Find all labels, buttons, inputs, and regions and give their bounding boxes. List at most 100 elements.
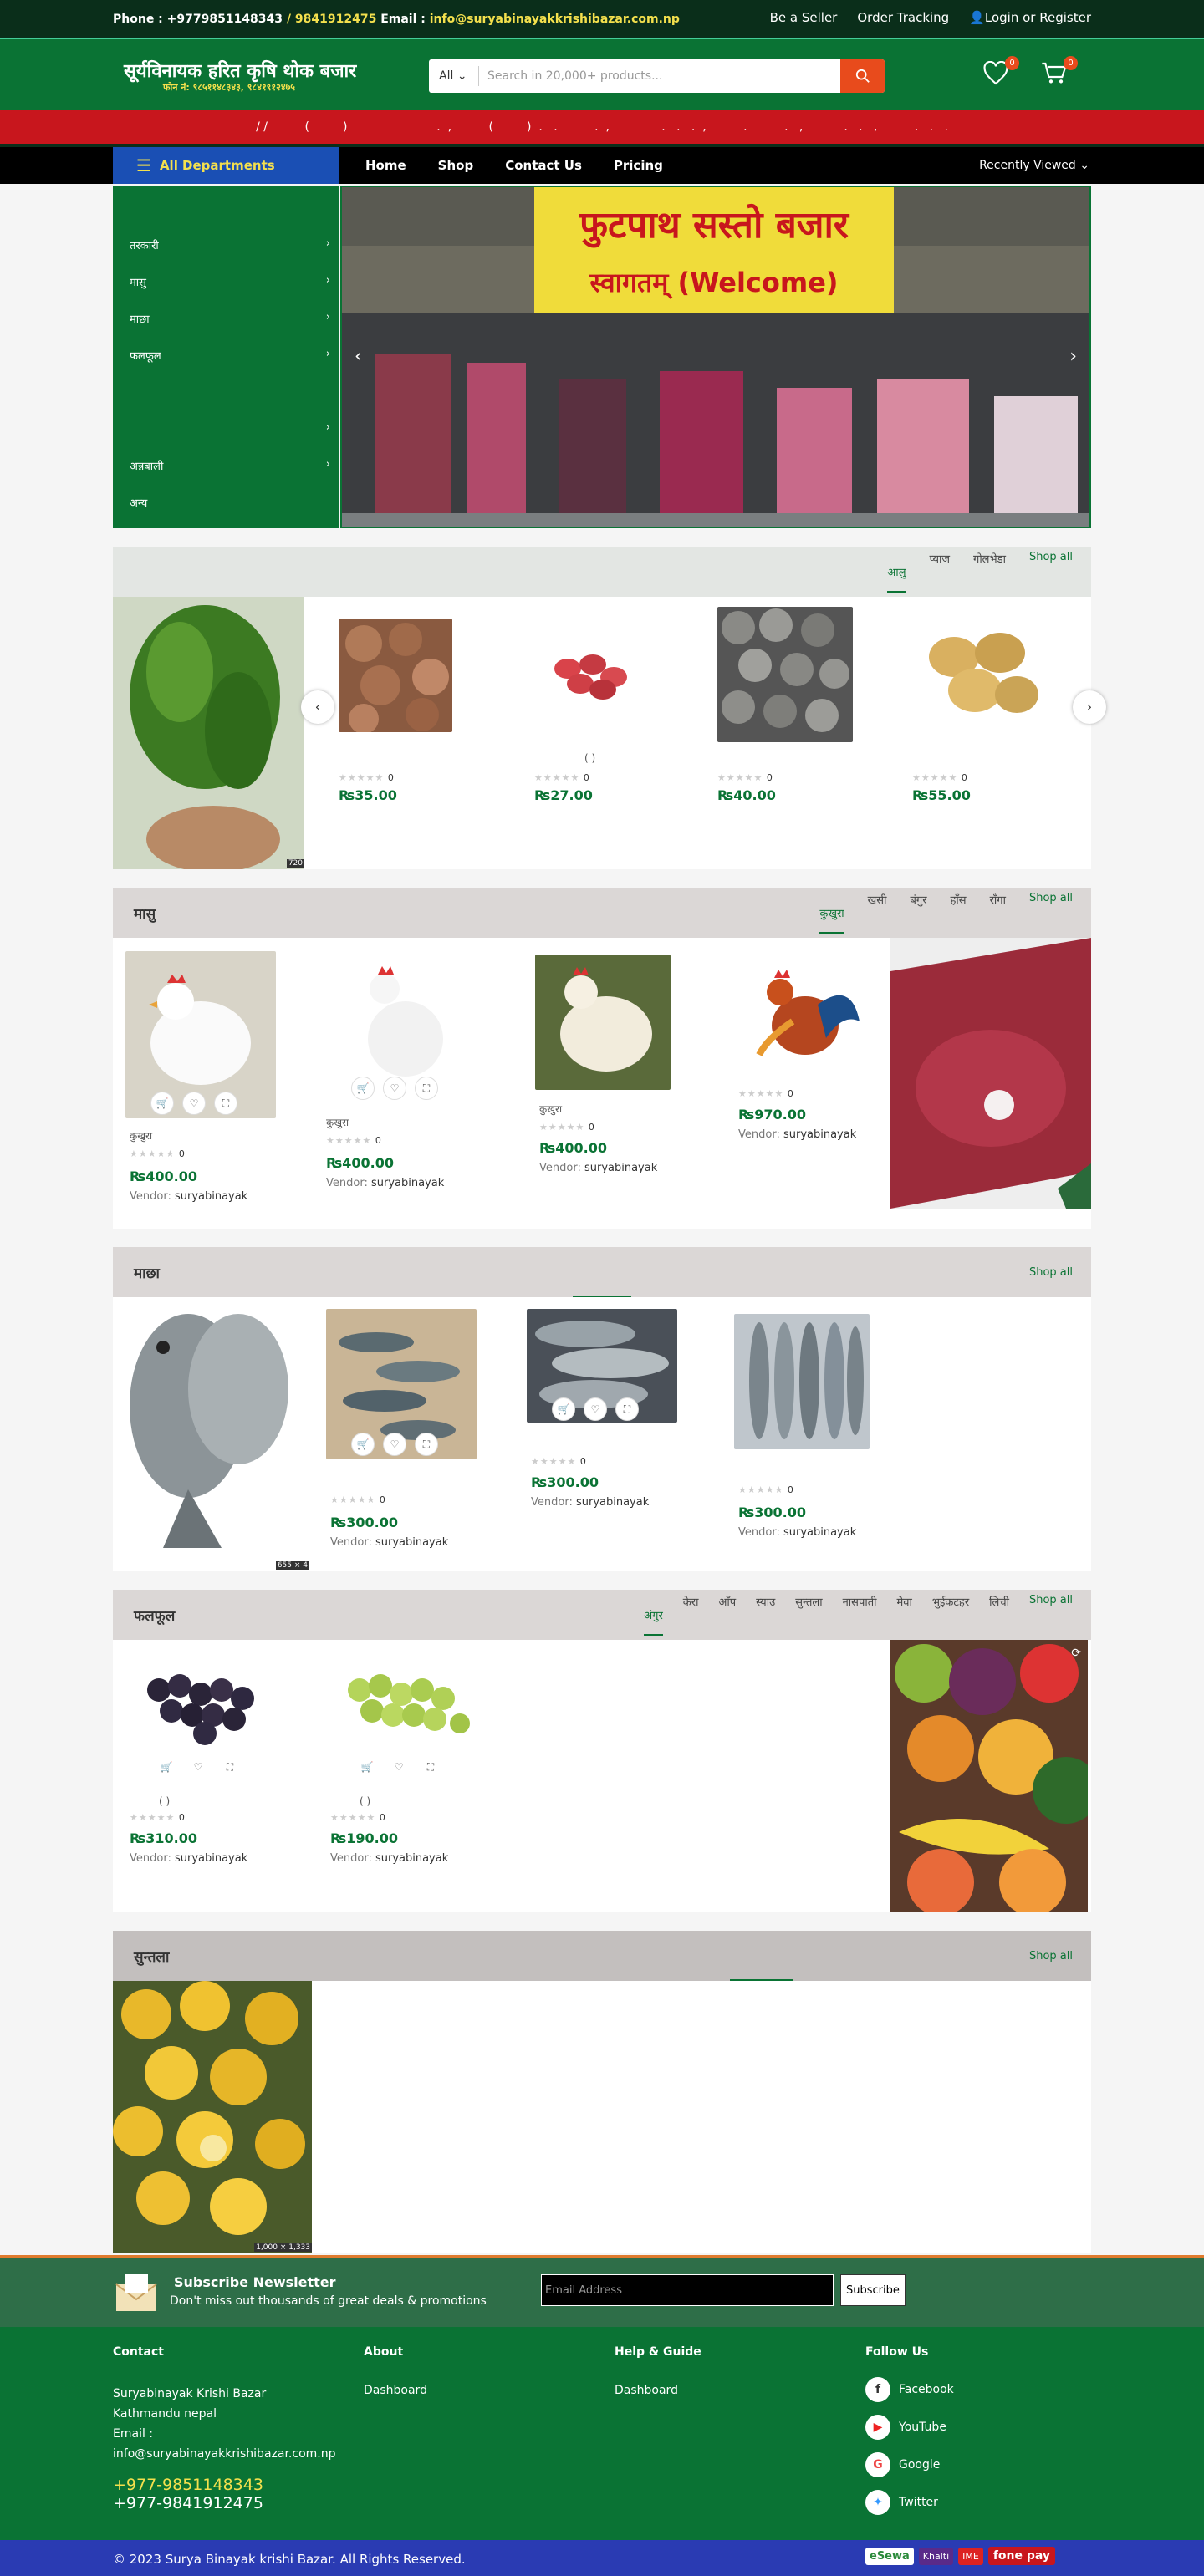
- vendor-name[interactable]: suryabinayak: [783, 1526, 856, 1539]
- section-banner-image[interactable]: 720: [113, 597, 304, 869]
- nav-contact-us[interactable]: Contact Us: [505, 158, 582, 173]
- carousel-prev-button[interactable]: ‹: [301, 690, 334, 724]
- section-banner-image[interactable]: 655 × 4: [113, 1297, 309, 1571]
- social-youtube[interactable]: ▶ YouTube: [865, 2415, 954, 2440]
- heart-icon[interactable]: ♡: [182, 1092, 206, 1115]
- heart-icon[interactable]: ♡: [387, 1755, 411, 1779]
- tab-tomato[interactable]: गोलभेडा: [973, 551, 1006, 593]
- all-departments-button[interactable]: ☰ All Departments: [113, 147, 339, 184]
- recently-viewed-dropdown[interactable]: Recently Viewed ⌄: [979, 159, 1089, 172]
- shop-all-link[interactable]: Shop all: [1029, 551, 1073, 593]
- order-tracking-link[interactable]: Order Tracking: [857, 10, 949, 25]
- shop-all-link[interactable]: Shop all: [1029, 892, 1073, 934]
- email-link[interactable]: info@suryabinayakkrishibazar.com.np: [430, 13, 680, 26]
- product-image[interactable]: [734, 955, 870, 1073]
- vendor-name[interactable]: suryabinayak: [375, 1536, 448, 1549]
- shop-all-link[interactable]: Shop all: [1029, 1950, 1073, 1963]
- product-image[interactable]: [912, 607, 1048, 742]
- expand-icon[interactable]: ⛶: [415, 1433, 438, 1456]
- tab-potato[interactable]: आलु: [887, 564, 906, 593]
- footer-help-dashboard-link[interactable]: Dashboard: [615, 2384, 701, 2397]
- section-banner-image[interactable]: ⟳: [890, 1640, 1088, 1912]
- site-logo[interactable]: सूर्यविनायक हरित कृषि थोक बजार: [124, 58, 356, 83]
- vendor-name[interactable]: suryabinayak: [375, 1852, 448, 1865]
- search-button[interactable]: [840, 59, 885, 93]
- side-menu-item-meat[interactable]: मासु ›: [130, 274, 330, 289]
- tab-goat[interactable]: खसी: [868, 892, 887, 934]
- heart-icon[interactable]: ♡: [186, 1755, 210, 1779]
- cart-icon[interactable]: 🛒: [355, 1755, 379, 1779]
- tab-lychee[interactable]: लिची: [989, 1594, 1009, 1636]
- slider-next-arrow[interactable]: ›: [1069, 346, 1077, 367]
- footer-phone-secondary[interactable]: +977-9841912475: [113, 2494, 335, 2512]
- side-menu-item-fruits[interactable]: फलफूल ›: [130, 348, 330, 363]
- product-image[interactable]: [339, 619, 452, 732]
- vendor-name[interactable]: suryabinayak: [783, 1128, 856, 1141]
- tab-pear[interactable]: नासपाती: [843, 1594, 877, 1636]
- tab-pork[interactable]: बंगुर: [910, 892, 926, 934]
- tab-onion[interactable]: प्याज: [930, 551, 950, 593]
- product-name[interactable]: ( ): [584, 752, 595, 764]
- shop-all-link[interactable]: Shop all: [1029, 1266, 1073, 1279]
- product-name[interactable]: ( ): [159, 1795, 170, 1807]
- side-menu-item-grains[interactable]: अन्नबाली ›: [130, 458, 330, 473]
- tab-duck[interactable]: हाँस: [951, 892, 967, 934]
- product-name[interactable]: ( ): [360, 1795, 370, 1807]
- section-banner-image[interactable]: [890, 938, 1091, 1209]
- search-input[interactable]: Search in 20,000+ products...: [479, 69, 840, 83]
- cart-icon[interactable]: 🛒: [155, 1755, 178, 1779]
- product-image[interactable]: [534, 619, 648, 732]
- footer-email-link[interactable]: info@suryabinayakkrishibazar.com.np: [113, 2444, 335, 2464]
- product-image[interactable]: [125, 1657, 276, 1749]
- product-name[interactable]: कुखुरा: [539, 1102, 562, 1116]
- social-twitter[interactable]: ✦ Twitter: [865, 2490, 954, 2515]
- product-name[interactable]: कुखुरा: [326, 1115, 349, 1129]
- tab-apple[interactable]: स्याउ: [756, 1594, 775, 1636]
- product-name[interactable]: कुखुरा: [130, 1128, 152, 1143]
- footer-about-dashboard-link[interactable]: Dashboard: [364, 2384, 427, 2397]
- expand-icon[interactable]: ⛶: [615, 1397, 639, 1421]
- vendor-name[interactable]: suryabinayak: [584, 1162, 657, 1174]
- cart-icon[interactable]: 🛒: [351, 1433, 375, 1456]
- side-menu-item-other[interactable]: अन्य: [130, 495, 330, 510]
- section-banner-image[interactable]: 1,000 × 1,333: [113, 1981, 312, 2253]
- tab-buffalo[interactable]: राँगा: [990, 892, 1006, 934]
- cart-icon[interactable]: 🛒: [552, 1397, 575, 1421]
- cart-button[interactable]: 0: [1041, 56, 1078, 91]
- product-image[interactable]: [717, 607, 853, 742]
- expand-icon[interactable]: ⛶: [419, 1755, 442, 1779]
- nav-pricing[interactable]: Pricing: [614, 158, 663, 173]
- vendor-name[interactable]: suryabinayak: [175, 1190, 247, 1203]
- phone-secondary[interactable]: 9841912475: [295, 13, 376, 26]
- cart-icon[interactable]: 🛒: [351, 1077, 375, 1100]
- wishlist-button[interactable]: 0: [982, 56, 1019, 91]
- tab-chicken[interactable]: कुखुरा: [819, 905, 844, 934]
- vendor-name[interactable]: suryabinayak: [175, 1852, 247, 1865]
- social-google[interactable]: G Google: [865, 2452, 954, 2477]
- phone-primary[interactable]: +9779851148343: [167, 13, 283, 26]
- subscribe-button[interactable]: Subscribe: [840, 2274, 906, 2306]
- social-facebook[interactable]: f Facebook: [865, 2377, 954, 2402]
- newsletter-email-input[interactable]: Email Address: [541, 2274, 834, 2306]
- heart-icon[interactable]: ♡: [383, 1077, 406, 1100]
- login-register-link[interactable]: 👤Login or Register: [969, 10, 1091, 25]
- product-image[interactable]: [734, 1314, 870, 1449]
- side-menu-item-blank[interactable]: ›: [130, 421, 330, 434]
- side-menu-item-fish[interactable]: माछा ›: [130, 311, 330, 326]
- vendor-name[interactable]: suryabinayak: [371, 1177, 444, 1189]
- tab-strawberry[interactable]: भुईकटहर: [932, 1594, 969, 1636]
- tab-grapes[interactable]: अंगुर: [644, 1607, 663, 1636]
- side-menu-item-vegetables[interactable]: तरकारी ›: [130, 237, 330, 252]
- expand-icon[interactable]: ⛶: [218, 1755, 242, 1779]
- share-icon[interactable]: ⟳: [1071, 1647, 1081, 1660]
- footer-phone-primary[interactable]: +977-9851148343: [113, 2476, 335, 2494]
- shop-all-link[interactable]: Shop all: [1029, 1594, 1073, 1636]
- nav-home[interactable]: Home: [365, 158, 406, 173]
- expand-icon[interactable]: ⛶: [214, 1092, 237, 1115]
- slider-prev-arrow[interactable]: ‹: [355, 346, 362, 367]
- tab-mango[interactable]: आँप: [718, 1594, 736, 1636]
- search-category-select[interactable]: All ⌄: [429, 66, 479, 86]
- tab-dry-fruits[interactable]: मेवा: [897, 1594, 912, 1636]
- nav-shop[interactable]: Shop: [438, 158, 474, 173]
- heart-icon[interactable]: ♡: [383, 1433, 406, 1456]
